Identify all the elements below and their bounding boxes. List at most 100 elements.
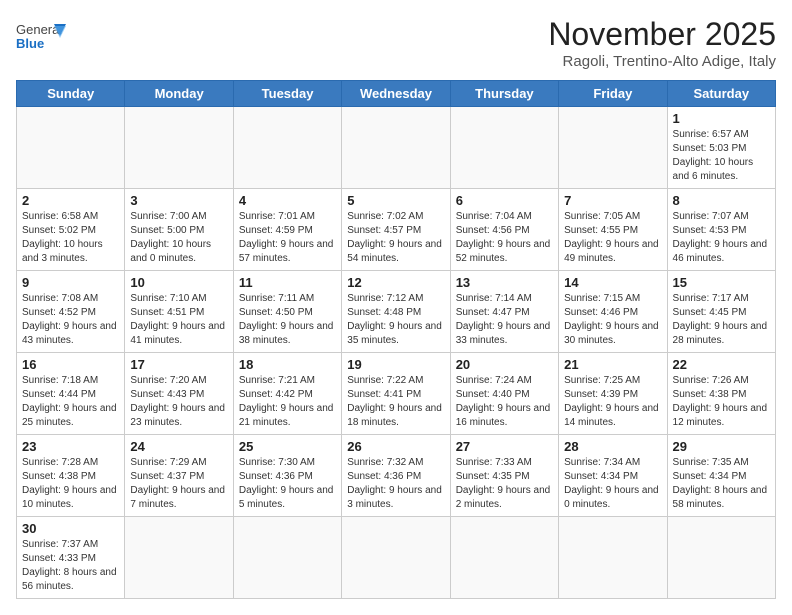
- title-block: November 2025 Ragoli, Trentino-Alto Adig…: [548, 16, 776, 70]
- weekday-header-wednesday: Wednesday: [342, 81, 450, 107]
- day-number: 17: [130, 357, 227, 372]
- day-info: Sunrise: 7:10 AM Sunset: 4:51 PM Dayligh…: [130, 292, 227, 348]
- day-info: Sunrise: 7:05 AM Sunset: 4:55 PM Dayligh…: [564, 210, 661, 266]
- day-number: 23: [22, 439, 119, 454]
- calendar-header: SundayMondayTuesdayWednesdayThursdayFrid…: [17, 81, 776, 107]
- calendar-cell: 2 Sunrise: 6:58 AM Sunset: 5:02 PM Daylig…: [17, 189, 125, 271]
- day-info: Sunrise: 7:15 AM Sunset: 4:46 PM Dayligh…: [564, 292, 661, 348]
- day-number: 28: [564, 439, 661, 454]
- day-number: 29: [673, 439, 770, 454]
- day-number: 2: [22, 193, 119, 208]
- day-number: 26: [347, 439, 444, 454]
- calendar-cell: 17 Sunrise: 7:20 AM Sunset: 4:43 PM Dayli…: [125, 353, 233, 435]
- weekday-header-thursday: Thursday: [450, 81, 558, 107]
- day-info: Sunrise: 7:18 AM Sunset: 4:44 PM Dayligh…: [22, 374, 119, 430]
- calendar-cell: [667, 517, 775, 599]
- day-number: 3: [130, 193, 227, 208]
- day-info: Sunrise: 7:00 AM Sunset: 5:00 PM Dayligh…: [130, 210, 227, 266]
- location-subtitle: Ragoli, Trentino-Alto Adige, Italy: [548, 53, 776, 70]
- day-number: 14: [564, 275, 661, 290]
- day-info: Sunrise: 6:58 AM Sunset: 5:02 PM Dayligh…: [22, 210, 119, 266]
- day-number: 16: [22, 357, 119, 372]
- day-number: 13: [456, 275, 553, 290]
- day-info: Sunrise: 7:04 AM Sunset: 4:56 PM Dayligh…: [456, 210, 553, 266]
- calendar-cell: 23 Sunrise: 7:28 AM Sunset: 4:38 PM Dayli…: [17, 435, 125, 517]
- calendar-cell: 4 Sunrise: 7:01 AM Sunset: 4:59 PM Daylig…: [233, 189, 341, 271]
- day-number: 12: [347, 275, 444, 290]
- calendar-cell: [342, 517, 450, 599]
- day-info: Sunrise: 7:30 AM Sunset: 4:36 PM Dayligh…: [239, 456, 336, 512]
- day-info: Sunrise: 7:07 AM Sunset: 4:53 PM Dayligh…: [673, 210, 770, 266]
- calendar-cell: 14 Sunrise: 7:15 AM Sunset: 4:46 PM Dayli…: [559, 271, 667, 353]
- weekday-header-sunday: Sunday: [17, 81, 125, 107]
- calendar-cell: 6 Sunrise: 7:04 AM Sunset: 4:56 PM Daylig…: [450, 189, 558, 271]
- day-info: Sunrise: 7:17 AM Sunset: 4:45 PM Dayligh…: [673, 292, 770, 348]
- calendar-cell: [450, 517, 558, 599]
- day-number: 5: [347, 193, 444, 208]
- calendar-cell: 16 Sunrise: 7:18 AM Sunset: 4:44 PM Dayli…: [17, 353, 125, 435]
- calendar-cell: 18Sunrise: 7:21 AM Sunset: 4:42 PM Dayli…: [233, 353, 341, 435]
- calendar-cell: 26Sunrise: 7:32 AM Sunset: 4:36 PM Dayli…: [342, 435, 450, 517]
- calendar-cell: [17, 107, 125, 189]
- calendar-week-2: 2 Sunrise: 6:58 AM Sunset: 5:02 PM Daylig…: [17, 189, 776, 271]
- day-number: 25: [239, 439, 336, 454]
- calendar-table: SundayMondayTuesdayWednesdayThursdayFrid…: [16, 80, 776, 599]
- day-number: 19: [347, 357, 444, 372]
- day-info: Sunrise: 7:24 AM Sunset: 4:40 PM Dayligh…: [456, 374, 553, 430]
- calendar-body: 1 Sunrise: 6:57 AM Sunset: 5:03 PM Daylig…: [17, 107, 776, 599]
- day-info: Sunrise: 7:26 AM Sunset: 4:38 PM Dayligh…: [673, 374, 770, 430]
- calendar-cell: [125, 107, 233, 189]
- calendar-cell: 8 Sunrise: 7:07 AM Sunset: 4:53 PM Daylig…: [667, 189, 775, 271]
- day-info: Sunrise: 6:57 AM Sunset: 5:03 PM Dayligh…: [673, 128, 770, 184]
- day-number: 1: [673, 111, 770, 126]
- day-info: Sunrise: 7:28 AM Sunset: 4:38 PM Dayligh…: [22, 456, 119, 512]
- calendar-cell: 1 Sunrise: 6:57 AM Sunset: 5:03 PM Daylig…: [667, 107, 775, 189]
- calendar-cell: [233, 107, 341, 189]
- calendar-week-3: 9 Sunrise: 7:08 AM Sunset: 4:52 PM Daylig…: [17, 271, 776, 353]
- calendar-cell: 21Sunrise: 7:25 AM Sunset: 4:39 PM Dayli…: [559, 353, 667, 435]
- calendar-cell: 9 Sunrise: 7:08 AM Sunset: 4:52 PM Daylig…: [17, 271, 125, 353]
- month-year-title: November 2025: [548, 16, 776, 53]
- calendar-week-5: 23 Sunrise: 7:28 AM Sunset: 4:38 PM Dayli…: [17, 435, 776, 517]
- calendar-cell: [233, 517, 341, 599]
- calendar-cell: 20Sunrise: 7:24 AM Sunset: 4:40 PM Dayli…: [450, 353, 558, 435]
- day-info: Sunrise: 7:34 AM Sunset: 4:34 PM Dayligh…: [564, 456, 661, 512]
- calendar-cell: [342, 107, 450, 189]
- day-info: Sunrise: 7:37 AM Sunset: 4:33 PM Dayligh…: [22, 538, 119, 594]
- day-number: 11: [239, 275, 336, 290]
- day-number: 21: [564, 357, 661, 372]
- day-info: Sunrise: 7:21 AM Sunset: 4:42 PM Dayligh…: [239, 374, 336, 430]
- calendar-cell: 11 Sunrise: 7:11 AM Sunset: 4:50 PM Dayli…: [233, 271, 341, 353]
- calendar-cell: [125, 517, 233, 599]
- calendar-cell: 5Sunrise: 7:02 AM Sunset: 4:57 PM Daylig…: [342, 189, 450, 271]
- day-info: Sunrise: 7:20 AM Sunset: 4:43 PM Dayligh…: [130, 374, 227, 430]
- calendar-cell: 12 Sunrise: 7:12 AM Sunset: 4:48 PM Dayli…: [342, 271, 450, 353]
- calendar-week-6: 30Sunrise: 7:37 AM Sunset: 4:33 PM Dayli…: [17, 517, 776, 599]
- weekday-row: SundayMondayTuesdayWednesdayThursdayFrid…: [17, 81, 776, 107]
- calendar-cell: [559, 107, 667, 189]
- day-number: 6: [456, 193, 553, 208]
- day-info: Sunrise: 7:35 AM Sunset: 4:34 PM Dayligh…: [673, 456, 770, 512]
- calendar-cell: 22 Sunrise: 7:26 AM Sunset: 4:38 PM Dayli…: [667, 353, 775, 435]
- day-number: 8: [673, 193, 770, 208]
- day-number: 4: [239, 193, 336, 208]
- day-number: 9: [22, 275, 119, 290]
- calendar-cell: 25 Sunrise: 7:30 AM Sunset: 4:36 PM Dayli…: [233, 435, 341, 517]
- day-info: Sunrise: 7:01 AM Sunset: 4:59 PM Dayligh…: [239, 210, 336, 266]
- day-info: Sunrise: 7:12 AM Sunset: 4:48 PM Dayligh…: [347, 292, 444, 348]
- day-info: Sunrise: 7:22 AM Sunset: 4:41 PM Dayligh…: [347, 374, 444, 430]
- day-info: Sunrise: 7:14 AM Sunset: 4:47 PM Dayligh…: [456, 292, 553, 348]
- calendar-cell: 30Sunrise: 7:37 AM Sunset: 4:33 PM Dayli…: [17, 517, 125, 599]
- calendar-week-4: 16 Sunrise: 7:18 AM Sunset: 4:44 PM Dayli…: [17, 353, 776, 435]
- day-number: 15: [673, 275, 770, 290]
- day-info: Sunrise: 7:08 AM Sunset: 4:52 PM Dayligh…: [22, 292, 119, 348]
- day-number: 22: [673, 357, 770, 372]
- calendar-cell: 19 Sunrise: 7:22 AM Sunset: 4:41 PM Dayli…: [342, 353, 450, 435]
- svg-text:Blue: Blue: [16, 36, 44, 51]
- weekday-header-saturday: Saturday: [667, 81, 775, 107]
- calendar-cell: 3 Sunrise: 7:00 AM Sunset: 5:00 PM Daylig…: [125, 189, 233, 271]
- weekday-header-monday: Monday: [125, 81, 233, 107]
- day-number: 27: [456, 439, 553, 454]
- day-info: Sunrise: 7:11 AM Sunset: 4:50 PM Dayligh…: [239, 292, 336, 348]
- logo-icon: General Blue: [16, 16, 66, 60]
